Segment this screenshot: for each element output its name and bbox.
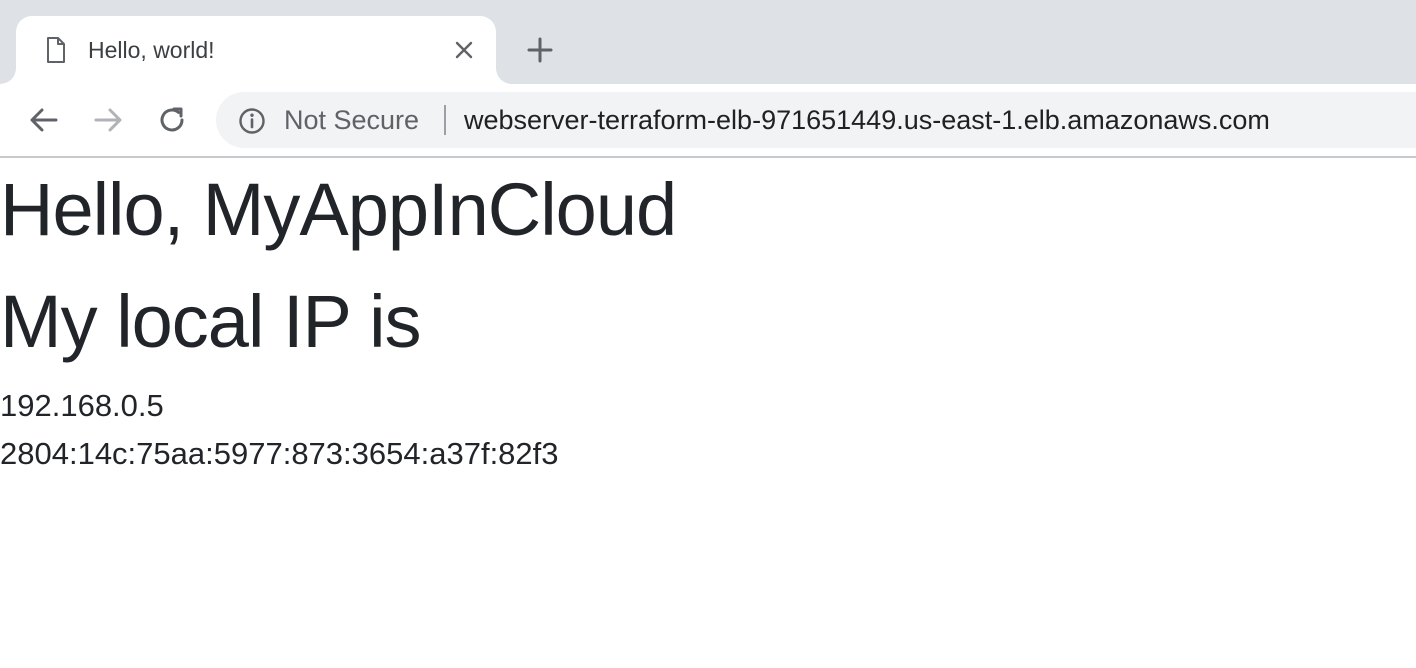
ipv4-address: 192.168.0.5 <box>0 388 164 423</box>
tab-title: Hello, world! <box>88 37 215 63</box>
forward-arrow-icon[interactable] <box>90 102 126 138</box>
close-icon[interactable] <box>452 38 476 62</box>
plus-icon[interactable] <box>526 36 554 64</box>
omnibox-separator <box>444 105 446 135</box>
local-ip-heading: My local IP is <box>0 280 422 363</box>
tab-strip: Hello, world! <box>0 0 1416 84</box>
url-text[interactable]: webserver-terraform-elb-971651449.us-eas… <box>464 105 1270 135</box>
page-content: Hello, MyAppInCloud My local IP is 192.1… <box>0 158 1416 668</box>
back-arrow-icon[interactable] <box>26 102 62 138</box>
tab-active[interactable]: Hello, world! <box>16 16 496 84</box>
security-label[interactable]: Not Secure <box>284 105 419 135</box>
toolbar: Not Secure webserver-terraform-elb-97165… <box>0 84 1416 156</box>
document-icon <box>47 37 65 63</box>
browser-window: Hello, world! Not Secure webserver-terra… <box>0 0 1416 668</box>
reload-icon[interactable] <box>154 102 190 138</box>
ipv6-address: 2804:14c:75aa:5977:873:3654:a37f:82f3 <box>0 436 559 471</box>
info-icon[interactable] <box>238 107 266 135</box>
hello-heading: Hello, MyAppInCloud <box>0 168 677 251</box>
address-bar[interactable]: Not Secure webserver-terraform-elb-97165… <box>216 92 1416 148</box>
